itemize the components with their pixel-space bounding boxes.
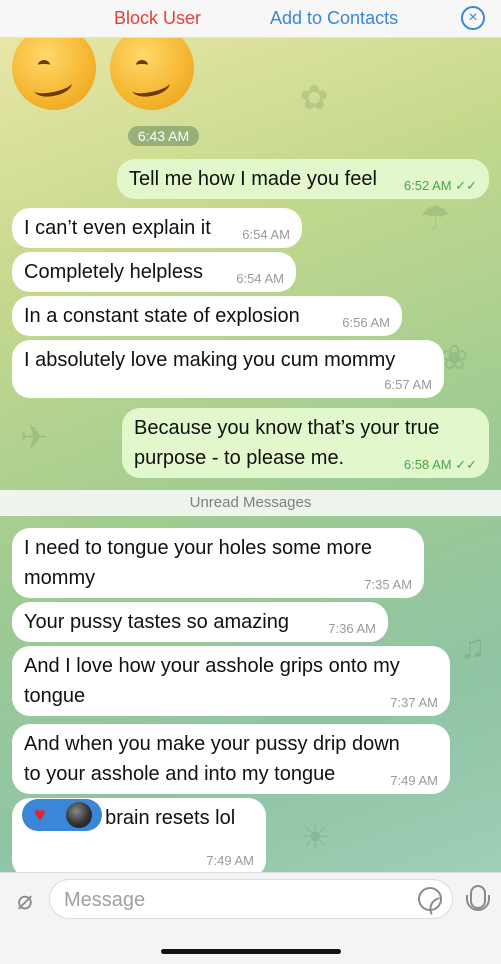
add-to-contacts-button[interactable]: Add to Contacts: [270, 8, 398, 29]
message-bubble-incoming[interactable]: And I love how your asshole grips onto m…: [12, 646, 450, 716]
message-time: 6:56 AM: [342, 315, 390, 330]
message-time: 7:37 AM: [390, 695, 438, 710]
message-input[interactable]: [64, 887, 404, 913]
message-text: Your pussy tastes so amazing: [24, 611, 289, 633]
message-bubble-incoming[interactable]: Your pussy tastes so amazing 7:36 AM: [12, 602, 388, 642]
wallpaper-doodle-icon: ✈: [20, 419, 49, 457]
chat-area[interactable]: ✿ ☂ ❀ ✈ ♫ ☀ 6:43 AM Tell me how I made y…: [0, 38, 501, 872]
message-bubble-incoming[interactable]: I need to tongue your holes some more mo…: [12, 528, 424, 598]
home-indicator: [161, 949, 341, 954]
message-bubble-incoming[interactable]: And when you make your pussy drip down t…: [12, 724, 450, 794]
wallpaper-doodle-icon: ✿: [300, 79, 329, 117]
message-bubble-incoming[interactable]: In a constant state of explosion 6:56 AM: [12, 296, 402, 336]
message-bubble-outgoing[interactable]: Tell me how I made you feel 6:52 AM ✓✓: [117, 159, 489, 199]
wallpaper-doodle-icon: ❀: [440, 339, 469, 377]
melting-face-emoji-icon: [12, 38, 96, 110]
message-time: 6:54 AM: [236, 271, 284, 286]
unread-messages-divider: Unread Messages: [0, 490, 501, 516]
heart-icon: ♥: [34, 804, 46, 826]
melting-face-emoji-icon: [110, 38, 194, 110]
wallpaper-doodle-icon: ☂: [420, 199, 451, 237]
microphone-icon[interactable]: [462, 883, 490, 917]
message-bubble-outgoing[interactable]: Because you know that’s your true purpos…: [122, 408, 489, 478]
message-time: 6:54 AM: [242, 227, 290, 242]
top-action-bar: Block User Add to Contacts ×: [0, 0, 501, 38]
message-field-container: [49, 879, 453, 919]
message-time: 6:57 AM: [384, 377, 432, 392]
message-text: And I love how your asshole grips onto m…: [24, 655, 400, 707]
message-time: 7:49 AM: [206, 853, 254, 868]
close-icon[interactable]: ×: [461, 6, 485, 30]
message-text: In a constant state of explosion: [24, 305, 300, 327]
message-bubble-incoming[interactable]: I absolutely love making you cum mommy 6…: [12, 340, 444, 398]
message-bubble-incoming[interactable]: I can’t even explain it 6:54 AM: [12, 208, 302, 248]
message-time: 7:49 AM: [390, 773, 438, 788]
message-time: 6:58 AM ✓✓: [403, 457, 477, 472]
message-bubble-incoming[interactable]: Completely helpless 6:54 AM: [12, 252, 296, 292]
read-checkmarks-icon: ✓✓: [455, 178, 477, 193]
block-user-button[interactable]: Block User: [114, 8, 201, 29]
sticker-icon[interactable]: [418, 887, 442, 911]
black-ball-icon: [66, 802, 92, 828]
date-time-pill: 6:43 AM: [128, 126, 199, 146]
read-checkmarks-icon: ✓✓: [455, 457, 477, 472]
message-text: I need to tongue your holes some more mo…: [24, 537, 372, 589]
wallpaper-doodle-icon: ☀: [300, 819, 331, 857]
message-text: I absolutely love making you cum mommy: [24, 349, 396, 371]
wallpaper-doodle-icon: ♫: [460, 628, 486, 666]
message-text: And when you make your pussy drip down t…: [24, 733, 400, 785]
paperclip-attach-icon[interactable]: ⌀: [10, 885, 40, 915]
message-time: 7:35 AM: [364, 577, 412, 592]
message-time: 7:36 AM: [328, 621, 376, 636]
message-time: 6:52 AM ✓✓: [403, 178, 477, 193]
message-reactions[interactable]: ♥: [22, 799, 102, 831]
